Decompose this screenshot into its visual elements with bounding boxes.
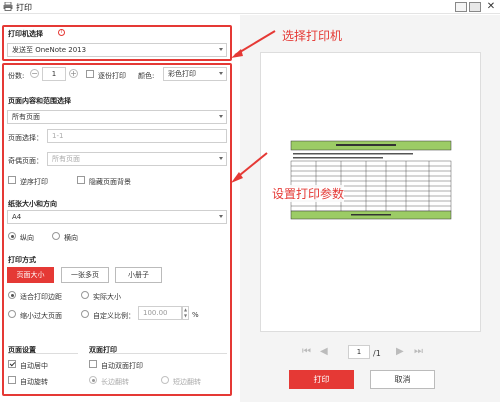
title-bar: 打印 ✕ — [0, 0, 500, 14]
chevron-down-icon — [219, 215, 223, 218]
range-section-title: 页面内容和范围选择 — [8, 97, 71, 105]
chevron-down-icon — [219, 48, 223, 51]
printer-section-title: 打印机选择 — [8, 30, 43, 38]
window-title: 打印 — [16, 3, 32, 12]
paper-select[interactable]: A4 — [7, 210, 227, 224]
page-select-label: 页面选择： — [8, 134, 43, 142]
hide-bg-label: 隐藏页面背景 — [89, 178, 131, 186]
odd-even-label: 奇偶页面： — [8, 157, 43, 165]
custom-scale-radio[interactable] — [81, 310, 89, 318]
cancel-button[interactable]: 取消 — [370, 370, 435, 389]
auto-center-checkbox[interactable] — [8, 360, 16, 368]
page-total: /1 — [373, 349, 381, 358]
actual-size-radio[interactable] — [81, 291, 89, 299]
print-button[interactable]: 打印 — [289, 370, 354, 389]
copies-input[interactable]: 1 — [42, 67, 66, 81]
long-edge-label: 长边翻转 — [101, 378, 129, 386]
divider — [89, 353, 227, 354]
reverse-checkbox[interactable] — [8, 176, 16, 184]
copies-increment-button[interactable]: + — [69, 69, 78, 78]
last-page-icon[interactable]: ⏭ — [414, 346, 423, 357]
reverse-label: 逆序打印 — [20, 178, 48, 186]
printer-select-value: 发送至 OneNote 2013 — [12, 46, 87, 54]
shrink-label: 缩小过大页面 — [20, 312, 62, 320]
auto-duplex-label: 自动双面打印 — [101, 362, 143, 370]
paper-section-title: 纸张大小和方向 — [8, 200, 57, 208]
collate-label: 逐份打印 — [98, 72, 126, 80]
mode-section-title: 打印方式 — [8, 256, 36, 264]
mode-page-size-button[interactable]: 页面大小 — [7, 267, 54, 283]
info-icon: i — [58, 29, 65, 36]
portrait-radio[interactable] — [8, 232, 16, 240]
range-select-value: 所有页面 — [12, 113, 40, 121]
chevron-down-icon — [219, 115, 223, 118]
first-page-icon[interactable]: ⏮ — [302, 346, 311, 357]
percent-label: % — [192, 311, 199, 319]
window-mode-button[interactable] — [455, 2, 467, 12]
paper-select-value: A4 — [12, 213, 22, 221]
fit-margin-label: 适合打印边距 — [20, 293, 62, 301]
custom-scale-input[interactable]: 100.00 — [138, 306, 182, 320]
close-icon[interactable]: ✕ — [485, 1, 497, 13]
prev-page-icon[interactable]: ◀ — [320, 346, 328, 357]
mode-booklet-button[interactable]: 小册子 — [115, 267, 162, 283]
auto-center-label: 自动居中 — [20, 362, 48, 370]
odd-even-select[interactable]: 所有页面 — [47, 152, 227, 166]
annotation-arrow-2 — [231, 152, 268, 183]
next-page-icon[interactable]: ▶ — [396, 346, 404, 357]
copies-decrement-button[interactable]: − — [30, 69, 39, 78]
landscape-radio[interactable] — [52, 232, 60, 240]
portrait-label: 纵向 — [20, 234, 34, 242]
color-select-value: 彩色打印 — [168, 70, 196, 78]
hide-bg-checkbox[interactable] — [77, 176, 85, 184]
custom-scale-label: 自定义比例： — [93, 312, 135, 320]
annotation-arrow-1 — [231, 30, 276, 58]
odd-even-select-value: 所有页面 — [52, 155, 80, 163]
short-edge-radio[interactable] — [161, 376, 169, 384]
scale-stepper[interactable]: ▲ ▼ — [182, 306, 189, 320]
printer-icon — [3, 2, 13, 11]
mode-multi-page-button[interactable]: 一张多页 — [61, 267, 109, 283]
divider — [8, 353, 78, 354]
copies-label: 份数: — [8, 72, 25, 80]
annotation-select-printer: 选择打印机 — [282, 29, 343, 43]
auto-duplex-checkbox[interactable] — [89, 360, 97, 368]
long-edge-radio[interactable] — [89, 376, 97, 384]
auto-rotate-checkbox[interactable] — [8, 376, 16, 384]
color-select[interactable]: 彩色打印 — [163, 67, 227, 81]
chevron-down-icon — [219, 72, 223, 75]
annotation-set-params: 设置打印参数 — [272, 185, 345, 202]
page-number-input[interactable]: 1 — [348, 345, 370, 359]
color-label: 颜色: — [138, 72, 155, 80]
page-select-input[interactable]: 1-1 — [47, 129, 227, 143]
collate-checkbox[interactable] — [86, 70, 94, 78]
chevron-down-icon — [219, 157, 223, 160]
auto-rotate-label: 自动旋转 — [20, 378, 48, 386]
range-select[interactable]: 所有页面 — [7, 110, 227, 124]
short-edge-label: 短边翻转 — [173, 378, 201, 386]
actual-size-label: 实际大小 — [93, 293, 121, 301]
window-restore-button[interactable] — [469, 2, 481, 12]
shrink-radio[interactable] — [8, 310, 16, 318]
landscape-label: 横向 — [64, 234, 78, 242]
printer-select[interactable]: 发送至 OneNote 2013 — [7, 43, 227, 57]
fit-margin-radio[interactable] — [8, 291, 16, 299]
